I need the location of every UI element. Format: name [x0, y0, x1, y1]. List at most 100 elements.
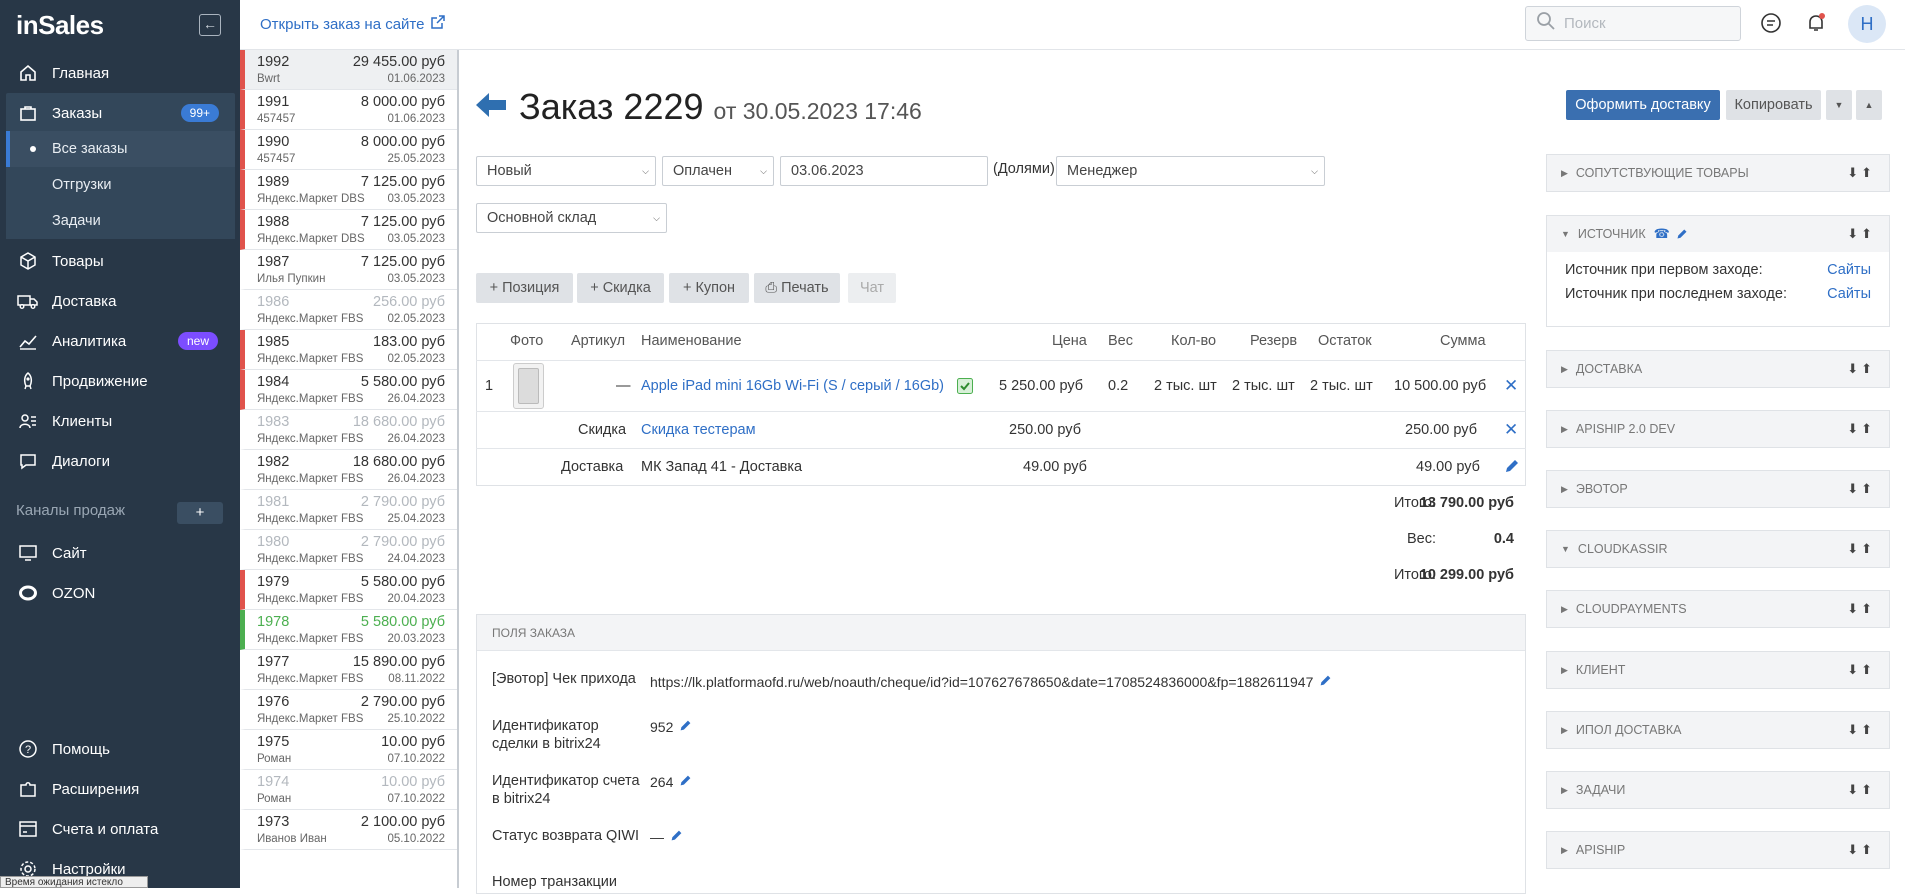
side-panel-header[interactable]: ▼ ИСТОЧНИК ☎ ⬇⬆	[1547, 216, 1889, 252]
item-qty[interactable]: 2 тыс. шт	[1154, 378, 1217, 394]
nav-orders[interactable]: Заказы 99+	[6, 93, 235, 133]
side-panel-header[interactable]: ▶ ИПОЛ ДОСТАВКА ⬇⬆	[1547, 712, 1889, 748]
edit-icon[interactable]	[1676, 228, 1688, 240]
copy-button[interactable]: Копировать	[1726, 90, 1821, 120]
order-list-item[interactable]: 1981 2 790.00 руб Яндекс.Маркет FBS 25.04.2…	[240, 490, 457, 530]
add-discount-button[interactable]: + Скидка	[577, 273, 664, 303]
add-coupon-button[interactable]: + Купон	[669, 273, 749, 303]
nav-dialogs[interactable]: Диалоги	[0, 441, 240, 481]
print-button[interactable]: ⎙ Печать	[754, 273, 840, 303]
reorder-arrows-icon[interactable]: ⬇⬆	[1847, 226, 1875, 242]
product-thumbnail[interactable]	[513, 363, 544, 409]
order-list-item[interactable]: 1986 256.00 руб Яндекс.Маркет FBS 02.05.202…	[240, 290, 457, 330]
reorder-arrows-icon[interactable]: ⬇⬆	[1847, 361, 1875, 377]
side-panel: ▶ APISHIP ⬇⬆	[1546, 831, 1890, 869]
order-list-item[interactable]: 1978 5 580.00 руб Яндекс.Маркет FBS 20.03.2…	[240, 610, 457, 650]
check-icon[interactable]	[957, 378, 973, 399]
order-list-item[interactable]: 1983 18 680.00 руб Яндекс.Маркет FBS 26.04.…	[240, 410, 457, 450]
order-list-item[interactable]: 1975 10.00 руб Роман 07.10.2022	[240, 730, 457, 770]
phone-icon[interactable]: ☎	[1654, 226, 1670, 242]
remove-discount-icon[interactable]: ✕	[1504, 420, 1518, 440]
date-input[interactable]: 03.06.2023	[780, 156, 988, 186]
logo[interactable]: inSales	[16, 10, 104, 41]
status-select[interactable]: Новый ⌵	[476, 156, 656, 186]
open-order-on-site-link[interactable]: Открыть заказ на сайте	[260, 14, 446, 34]
warehouse-select[interactable]: Основной склад ⌵	[476, 203, 667, 233]
side-panel-header[interactable]: ▶ APISHIP ⬇⬆	[1547, 832, 1889, 868]
side-panel-header[interactable]: ▶ СОПУТСТВУЮЩИЕ ТОВАРЫ ⬇⬆	[1547, 155, 1889, 191]
sub-tasks[interactable]: Задачи	[6, 203, 235, 239]
order-list-item[interactable]: 1991 8 000.00 руб 457457 01.06.2023	[240, 90, 457, 130]
nav-extensions[interactable]: Расширения	[0, 769, 240, 809]
nav-analytics[interactable]: Аналитика new	[0, 321, 240, 361]
add-position-button[interactable]: + Позиция	[476, 273, 573, 303]
order-list-item[interactable]: 1992 29 455.00 руб Bwrt 01.06.2023	[240, 50, 457, 90]
side-panel-header[interactable]: ▶ CLOUDPAYMENTS ⬇⬆	[1547, 591, 1889, 627]
avatar[interactable]: Н	[1848, 5, 1886, 43]
nav-home[interactable]: Главная	[0, 53, 240, 93]
order-list-item[interactable]: 1984 5 580.00 руб Яндекс.Маркет FBS 26.04.2…	[240, 370, 457, 410]
chat-button[interactable]: Чат	[848, 273, 896, 303]
messages-icon[interactable]	[1759, 11, 1783, 35]
reorder-arrows-icon[interactable]: ⬇⬆	[1847, 662, 1875, 678]
nav-billing[interactable]: Счета и оплата	[0, 809, 240, 849]
more-dropdown-button[interactable]: ▼	[1826, 90, 1852, 120]
order-list-item[interactable]: 1985 183.00 руб Яндекс.Маркет FBS 02.05.202…	[240, 330, 457, 370]
order-list-item[interactable]: 1987 7 125.00 руб Илья Пупкин 03.05.2023	[240, 250, 457, 290]
order-list-item[interactable]: 1990 8 000.00 руб 457457 25.05.2023	[240, 130, 457, 170]
nav-channel-ozon[interactable]: OZON	[0, 573, 240, 613]
nav-settings-label: Настройки	[52, 860, 126, 878]
collapse-up-button[interactable]: ▲	[1856, 90, 1882, 120]
order-list-item[interactable]: 1980 2 790.00 руб Яндекс.Маркет FBS 24.04.2…	[240, 530, 457, 570]
order-list-item[interactable]: 1989 7 125.00 руб Яндекс.Маркет DBS 03.05.2…	[240, 170, 457, 210]
nav-clients[interactable]: Клиенты	[0, 401, 240, 441]
side-panel-header[interactable]: ▶ КЛИЕНТ ⬇⬆	[1547, 652, 1889, 688]
order-list-item[interactable]: 1979 5 580.00 руб Яндекс.Маркет FBS 20.04.2…	[240, 570, 457, 610]
edit-delivery-icon[interactable]	[1504, 458, 1520, 479]
back-arrow-icon[interactable]	[476, 92, 506, 123]
nav-channel-site[interactable]: Сайт	[0, 533, 240, 573]
reorder-arrows-icon[interactable]: ⬇⬆	[1847, 601, 1875, 617]
caret-right-icon: ▶	[1561, 664, 1568, 675]
reorder-arrows-icon[interactable]: ⬇⬆	[1847, 782, 1875, 798]
source-last-value[interactable]: Сайты	[1827, 286, 1871, 302]
source-first-value[interactable]: Сайты	[1827, 262, 1871, 278]
reorder-arrows-icon[interactable]: ⬇⬆	[1847, 842, 1875, 858]
remove-item-icon[interactable]: ✕	[1504, 376, 1518, 396]
side-panel-header[interactable]: ▼ CLOUDKASSIR ⬇⬆	[1547, 531, 1889, 567]
manager-select[interactable]: Менеджер ⌵	[1056, 156, 1325, 186]
create-delivery-button[interactable]: Оформить доставку	[1566, 90, 1720, 120]
reorder-arrows-icon[interactable]: ⬇⬆	[1847, 541, 1875, 557]
nav-help[interactable]: ? Помощь	[0, 729, 240, 769]
side-panel-header[interactable]: ▶ ЗАДАЧИ ⬇⬆	[1547, 772, 1889, 808]
side-panel-header[interactable]: ▶ ДОСТАВКА ⬇⬆	[1547, 351, 1889, 387]
side-panel-header[interactable]: ▶ ЭВОТОР ⬇⬆	[1547, 471, 1889, 507]
nav-products[interactable]: Товары	[0, 241, 240, 281]
edit-icon[interactable]	[679, 719, 692, 735]
reorder-arrows-icon[interactable]: ⬇⬆	[1847, 481, 1875, 497]
order-list-item[interactable]: 1974 10.00 руб Роман 07.10.2022	[240, 770, 457, 810]
side-panel-header[interactable]: ▶ APISHIP 2.0 DEV ⬇⬆	[1547, 411, 1889, 447]
order-list-item[interactable]: 1988 7 125.00 руб Яндекс.Маркет DBS 03.05.2…	[240, 210, 457, 250]
order-list-item[interactable]: 1982 18 680.00 руб Яндекс.Маркет FBS 26.04.…	[240, 450, 457, 490]
sub-all-orders[interactable]: Все заказы	[6, 131, 235, 167]
order-list-item[interactable]: 1976 2 790.00 руб Яндекс.Маркет FBS 25.10.2…	[240, 690, 457, 730]
edit-icon[interactable]	[679, 774, 692, 790]
edit-icon[interactable]	[1319, 674, 1332, 690]
sub-shipments[interactable]: Отгрузки	[6, 167, 235, 203]
bell-icon[interactable]	[1804, 11, 1828, 35]
order-list-item[interactable]: 1977 15 890.00 руб Яндекс.Маркет FBS 08.11.…	[240, 650, 457, 690]
reorder-arrows-icon[interactable]: ⬇⬆	[1847, 165, 1875, 181]
order-list-item[interactable]: 1973 2 100.00 руб Иванов Иван 05.10.2022	[240, 810, 457, 850]
search-input[interactable]: Поиск	[1525, 6, 1741, 41]
payment-select[interactable]: Оплачен ⌵	[662, 156, 774, 186]
nav-promotion[interactable]: Продвижение	[0, 361, 240, 401]
add-channel-button[interactable]: +	[177, 502, 223, 524]
reorder-arrows-icon[interactable]: ⬇⬆	[1847, 421, 1875, 437]
nav-delivery[interactable]: Доставка	[0, 281, 240, 321]
edit-icon[interactable]	[670, 829, 683, 845]
reorder-arrows-icon[interactable]: ⬇⬆	[1847, 722, 1875, 738]
collapse-sidebar-icon[interactable]: ←	[199, 14, 221, 36]
item-name-link[interactable]: Apple iPad mini 16Gb Wi-Fi (S / серый / …	[641, 378, 944, 394]
discount-name-link[interactable]: Скидка тестерам	[641, 422, 756, 438]
